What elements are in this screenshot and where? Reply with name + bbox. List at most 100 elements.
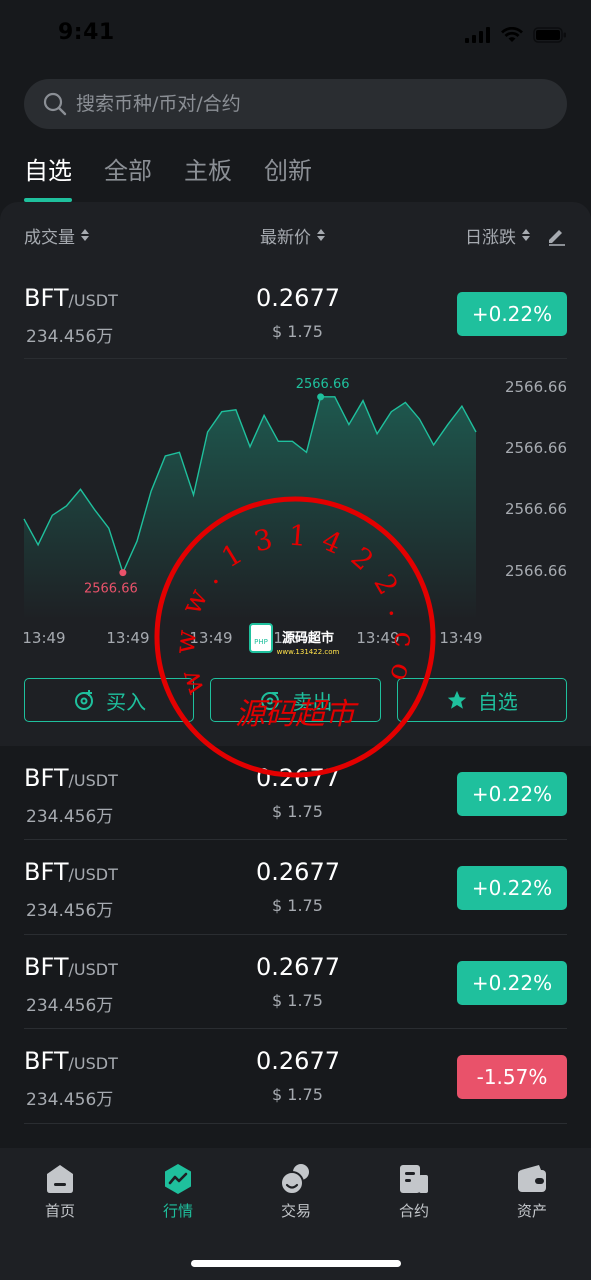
market-icon [165,1164,191,1194]
y-tick-label: 2566.66 [505,500,567,518]
search-bar[interactable] [24,79,567,129]
signal-icon [465,27,490,43]
tabbar-home[interactable]: 首页 [20,1162,100,1221]
x-tick-label: 13:49 [273,629,316,647]
volume: 234.456万 [26,807,114,827]
x-tick-label: 13:49 [106,629,149,647]
divider [24,358,567,359]
base-symbol: BFT [24,764,69,792]
battery-icon [533,27,566,43]
status-bar: 9:41 [0,0,591,70]
status-time: 9:41 [58,20,115,45]
base-symbol: BFT [24,953,69,981]
x-tick-label: 13:49 [439,629,482,647]
sort-icon [81,229,89,241]
y-tick-label: 2566.66 [505,378,567,396]
divider [24,1123,567,1124]
star-icon [447,690,466,709]
last-price: 0.2677 [256,858,340,886]
sort-icon [317,229,325,241]
coin-minus-icon [261,692,280,710]
search-icon [43,92,67,116]
change-badge[interactable]: +0.22% [457,866,567,910]
change-badge[interactable]: -1.57% [457,1055,567,1099]
base-symbol: BFT [24,1047,69,1075]
chart-min-label: 2566.66 [84,582,138,597]
market-row[interactable]: BFT/USDT 234.456万 0.2677 $ 1.75 +0.22% [0,840,591,934]
watchlist-label: 自选 [477,689,518,714]
tabbar-label: 首页 [44,1202,75,1220]
tabbar-label: 交易 [280,1202,311,1220]
last-price: 0.2677 [256,284,340,312]
market-row[interactable]: BFT/USDT 234.456万 0.2677 $ 1.75 -1.57% [0,1029,591,1123]
quote-symbol: /USDT [68,865,118,884]
tabbar-trade[interactable]: 交易 [256,1162,336,1221]
action-buttons: 买入 卖出 自选 [24,678,567,722]
tabbar-contract[interactable]: 合约 [374,1162,454,1221]
quote-symbol: /USDT [68,960,118,979]
change-badge[interactable]: +0.22% [457,292,567,336]
chart-max-point [317,393,325,401]
tabbar-label: 资产 [516,1202,547,1220]
buy-button[interactable]: 买入 [24,678,195,722]
volume: 234.456万 [26,1090,114,1110]
tabbar-label: 合约 [398,1202,429,1220]
trade-icon [280,1164,309,1195]
base-symbol: BFT [24,858,69,886]
last-price: 0.2677 [256,764,340,792]
base-symbol: BFT [24,284,69,312]
y-tick-label: 2566.66 [505,562,567,580]
chart-min-point [119,569,127,577]
quote-symbol: /USDT [68,291,118,310]
quote-symbol: /USDT [68,1054,118,1073]
search-input[interactable] [76,93,536,115]
market-row[interactable]: BFT/USDT 234.456万 0.2677 $ 1.75 +0.22% [0,746,591,840]
y-tick-label: 2566.66 [505,439,567,457]
change-badge[interactable]: +0.22% [457,772,567,816]
market-tabs: 自选 全部 主板 创新 [24,152,312,202]
watchlist-button[interactable]: 自选 [396,678,567,722]
tab-watchlist[interactable]: 自选 [24,152,72,202]
sell-label: 卖出 [292,689,333,714]
status-icons [465,26,567,44]
column-change-label: 日涨跌 [465,227,516,248]
volume: 234.456万 [26,901,114,921]
sort-price[interactable]: 最新价 [260,218,325,252]
column-price-label: 最新价 [260,227,311,248]
chart-max-label: 2566.66 [296,377,350,392]
sell-button[interactable]: 卖出 [210,678,381,722]
column-volume-label: 成交量 [24,227,75,248]
home-indicator [191,1260,401,1267]
fiat-price: $ 1.75 [272,1085,323,1104]
market-row[interactable]: BFT/USDT 234.456万 0.2677 $ 1.75 +0.22% [0,266,591,360]
coin-plus-icon [75,690,94,710]
sort-change[interactable]: 日涨跌 [465,218,530,252]
volume: 234.456万 [26,327,114,347]
volume: 234.456万 [26,996,114,1016]
home-icon [47,1165,73,1193]
tabbar-assets[interactable]: 资产 [492,1162,572,1221]
x-tick-label: 13:49 [22,629,65,647]
quote-symbol: /USDT [68,771,118,790]
fiat-price: $ 1.75 [272,991,323,1010]
last-price: 0.2677 [256,1047,340,1075]
sort-icon [522,229,530,241]
sort-volume[interactable]: 成交量 [24,218,89,252]
price-chart: 2566.66 2566.66 2566.66 2566.66 13:49 13:49 13… [22,377,567,647]
tab-all[interactable]: 全部 [104,152,152,202]
wifi-icon [501,27,523,42]
contract-icon [400,1165,428,1193]
x-tick-label: 13:49 [189,629,232,647]
fiat-price: $ 1.75 [272,802,323,821]
tabbar-label: 行情 [162,1202,193,1220]
buy-label: 买入 [106,689,147,714]
fiat-price: $ 1.75 [272,896,323,915]
x-tick-label: 13:49 [356,629,399,647]
market-row[interactable]: BFT/USDT 234.456万 0.2677 $ 1.75 +0.22% [0,935,591,1029]
change-badge[interactable]: +0.22% [457,961,567,1005]
last-price: 0.2677 [256,953,340,981]
tabbar-market[interactable]: 行情 [138,1162,218,1221]
tab-innovation[interactable]: 创新 [264,152,312,202]
edit-icon[interactable] [545,224,567,246]
tab-main-board[interactable]: 主板 [184,152,232,202]
